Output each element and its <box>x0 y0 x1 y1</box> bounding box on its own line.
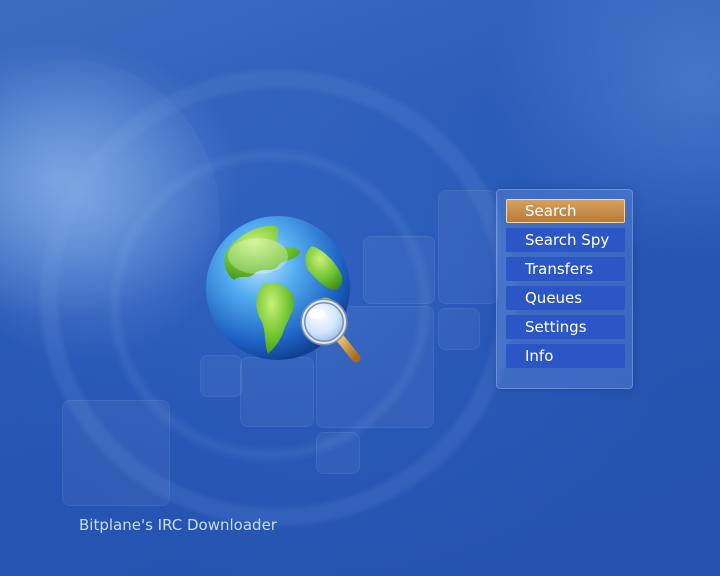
background-tile <box>240 357 314 427</box>
globe-magnifier-icon <box>206 216 361 363</box>
desktop-background: Search Search Spy Transfers Queues Setti… <box>0 0 720 576</box>
menu-item-settings[interactable]: Settings <box>506 315 625 339</box>
background-tile <box>438 308 480 350</box>
background-tile <box>363 236 435 304</box>
background-tile <box>316 432 360 474</box>
menu-item-queues[interactable]: Queues <box>506 286 625 310</box>
background-tile <box>62 400 170 506</box>
menu-item-info[interactable]: Info <box>506 344 625 368</box>
menu-item-search-spy[interactable]: Search Spy <box>506 228 625 252</box>
main-menu: Search Search Spy Transfers Queues Setti… <box>496 189 633 389</box>
menu-item-transfers[interactable]: Transfers <box>506 257 625 281</box>
app-title: Bitplane's IRC Downloader <box>79 516 277 534</box>
menu-item-search[interactable]: Search <box>506 199 625 223</box>
background-glow <box>0 60 220 380</box>
background-tile <box>438 190 498 304</box>
